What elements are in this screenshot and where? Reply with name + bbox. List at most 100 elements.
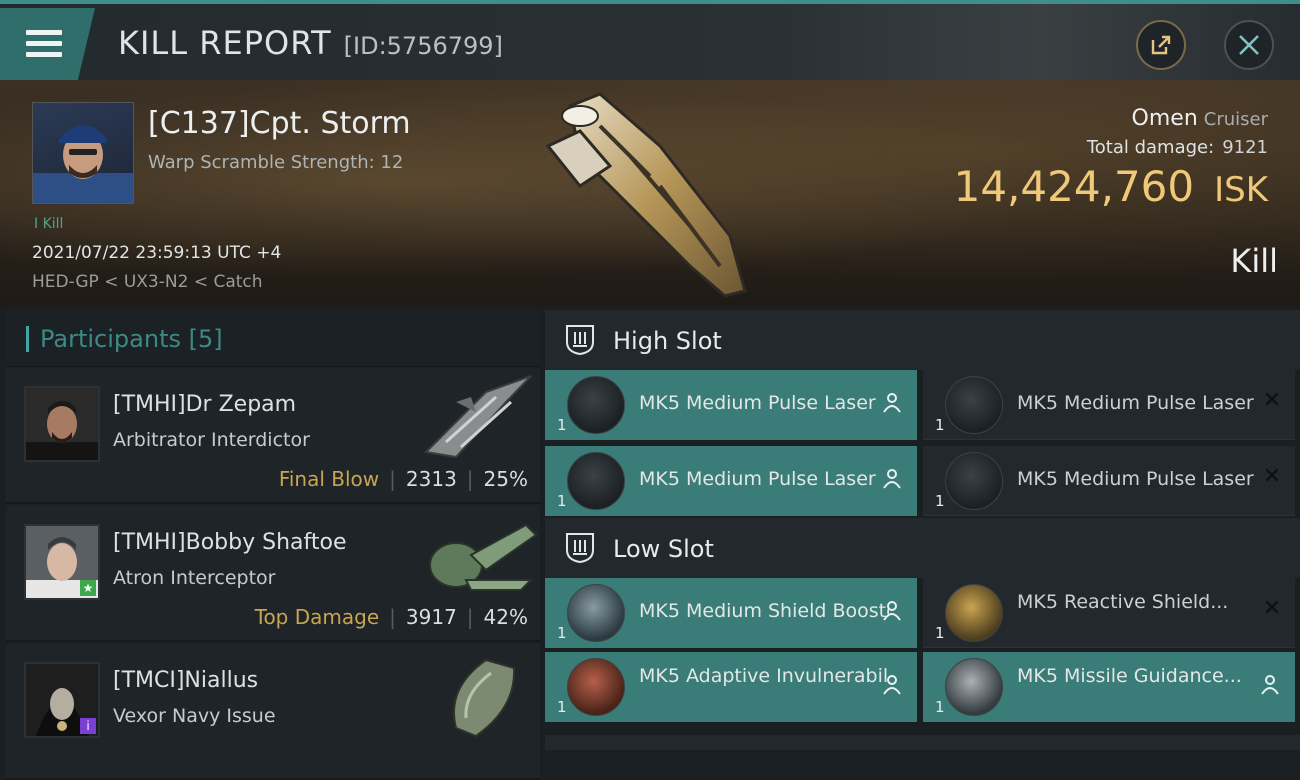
final-blow-tag: Final Blow [278,467,380,491]
menu-button[interactable] [0,8,95,80]
warp-scramble-strength: Warp Scramble Strength: 12 [148,152,404,173]
participant-ship-image [453,658,516,738]
kill-result: Kill [1230,242,1278,280]
isk-value: 14,424,760 [953,162,1195,211]
victim-ship-name[interactable]: Omen [1132,106,1198,131]
pilot-avatar-icon [26,388,98,460]
ship-summary: Omen Cruiser Total damage: 9121 14,424,760… [954,106,1268,211]
share-button[interactable] [1136,20,1186,70]
participant-row[interactable]: [TMHI]Dr Zepam Arbitrator Interdictor Fi… [6,368,540,504]
isk-unit: ISK [1214,170,1268,210]
pulse-laser-icon [945,452,1003,510]
avatar[interactable]: i [24,662,100,738]
ship-line: Omen Cruiser [954,106,1268,131]
missile-guidance-icon [945,658,1003,716]
victim-ship-class: Cruiser [1203,109,1268,130]
module-qty: 1 [935,492,945,510]
module-qty: 1 [935,698,945,716]
stat-separator: | [389,605,396,629]
person-icon [883,601,901,621]
kill-tag: I Kill [34,216,64,232]
participant-percent: 42% [483,605,528,629]
participant-damage: 3917 [405,605,457,629]
victim-ship-image [545,92,747,298]
pulse-laser-icon [567,376,625,434]
person-icon [883,469,901,489]
participant-row[interactable]: i [TMCI]Niallus Vexor Navy Issue [6,644,540,780]
module-name: MK5 Medium Pulse Laser [639,392,876,414]
avatar[interactable] [24,386,100,462]
close-button[interactable] [1224,20,1274,70]
module-slot[interactable]: 1 MK5 Reactive Shield... ✕ [923,578,1295,648]
module-slot[interactable]: 1 MK5 Adaptive Invulnerabili... [545,652,917,722]
x-icon: ✕ [1262,596,1282,621]
low-slot-header: Low Slot [545,518,1300,578]
module-slot[interactable]: 1 MK5 Medium Pulse Laser ✕ [923,446,1295,516]
x-icon: ✕ [1262,464,1282,489]
kill-location: HED-GP < UX3-N2 < Catch [32,272,263,292]
victim-name[interactable]: [C137]Cpt. Storm [148,106,411,141]
participants-label: Participants [40,325,181,353]
module-name: MK5 Reactive Shield... [1017,591,1229,613]
participants-panel: Participants [5] [TMHI]Dr Zepam Arbitrat… [6,310,540,780]
module-slot[interactable]: 1 MK5 Medium Pulse Laser [545,446,917,516]
high-slot-header: High Slot [545,310,1300,370]
total-damage-line: Total damage: 9121 [954,137,1268,158]
module-name: MK5 Medium Shield Booster [639,600,889,622]
invulnerability-field-icon [567,658,625,716]
module-qty: 1 [557,492,567,510]
low-slot-label: Low Slot [613,535,714,563]
isk-line: 14,424,760 ISK [954,162,1268,211]
stat-separator: | [389,467,396,491]
pulse-laser-icon [945,376,1003,434]
participant-stats: Top Damage | 3917 | 42% [255,605,528,629]
person-icon [1261,675,1279,695]
share-icon [1151,35,1171,55]
reactive-shield-icon [945,584,1003,642]
person-icon [883,393,901,413]
module-qty: 1 [935,624,945,642]
close-icon [1239,35,1259,55]
participant-row[interactable]: ★ [TMHI]Bobby Shaftoe Atron Interceptor … [6,506,540,642]
info-icon: i [80,718,96,734]
star-icon: ★ [80,580,96,596]
report-id: [ID:5756799] [343,32,503,60]
module-name: MK5 Medium Pulse Laser [1017,468,1254,490]
header-accent-bar [26,326,29,352]
module-qty: 1 [557,624,567,642]
next-slot-header [545,735,1300,750]
title-group: KILL REPORT [ID:5756799] [118,24,503,62]
module-name: MK5 Medium Pulse Laser [1017,392,1254,414]
participant-ship: Arbitrator Interdictor [113,429,310,451]
module-name: MK5 Missile Guidance... [1017,665,1242,687]
avatar[interactable]: ★ [24,524,100,600]
module-slot[interactable]: 1 MK5 Medium Pulse Laser [545,370,917,440]
participant-percent: 25% [483,467,528,491]
pilot-avatar-icon [33,125,133,203]
module-qty: 1 [557,698,567,716]
participant-name[interactable]: [TMHI]Bobby Shaftoe [113,530,346,555]
high-slot-icon [566,325,594,356]
top-bar: KILL REPORT [ID:5756799] [0,0,1300,84]
hamburger-line [26,52,62,57]
module-name: MK5 Adaptive Invulnerabili... [639,665,889,687]
pulse-laser-icon [567,452,625,510]
hamburger-menu-icon [26,30,62,35]
participant-ship-image [429,523,538,591]
x-icon: ✕ [1262,388,1282,413]
victim-portrait[interactable] [32,102,134,204]
participant-damage: 2313 [405,467,457,491]
module-slot[interactable]: 1 MK5 Medium Shield Booster [545,578,917,648]
participant-name[interactable]: [TMCI]Niallus [113,668,258,693]
module-name: MK5 Medium Pulse Laser [639,468,876,490]
high-slot-label: High Slot [613,327,722,355]
kill-datetime: 2021/07/22 23:59:13 UTC +4 [32,243,282,263]
total-damage-label: Total damage: [1086,137,1215,158]
participant-ship-image [423,375,532,459]
shield-booster-icon [567,584,625,642]
person-icon [883,675,901,695]
module-qty: 1 [935,416,945,434]
module-slot[interactable]: 1 MK5 Missile Guidance... [923,652,1295,722]
module-slot[interactable]: 1 MK5 Medium Pulse Laser ✕ [923,370,1295,440]
participant-name[interactable]: [TMHI]Dr Zepam [113,392,296,417]
